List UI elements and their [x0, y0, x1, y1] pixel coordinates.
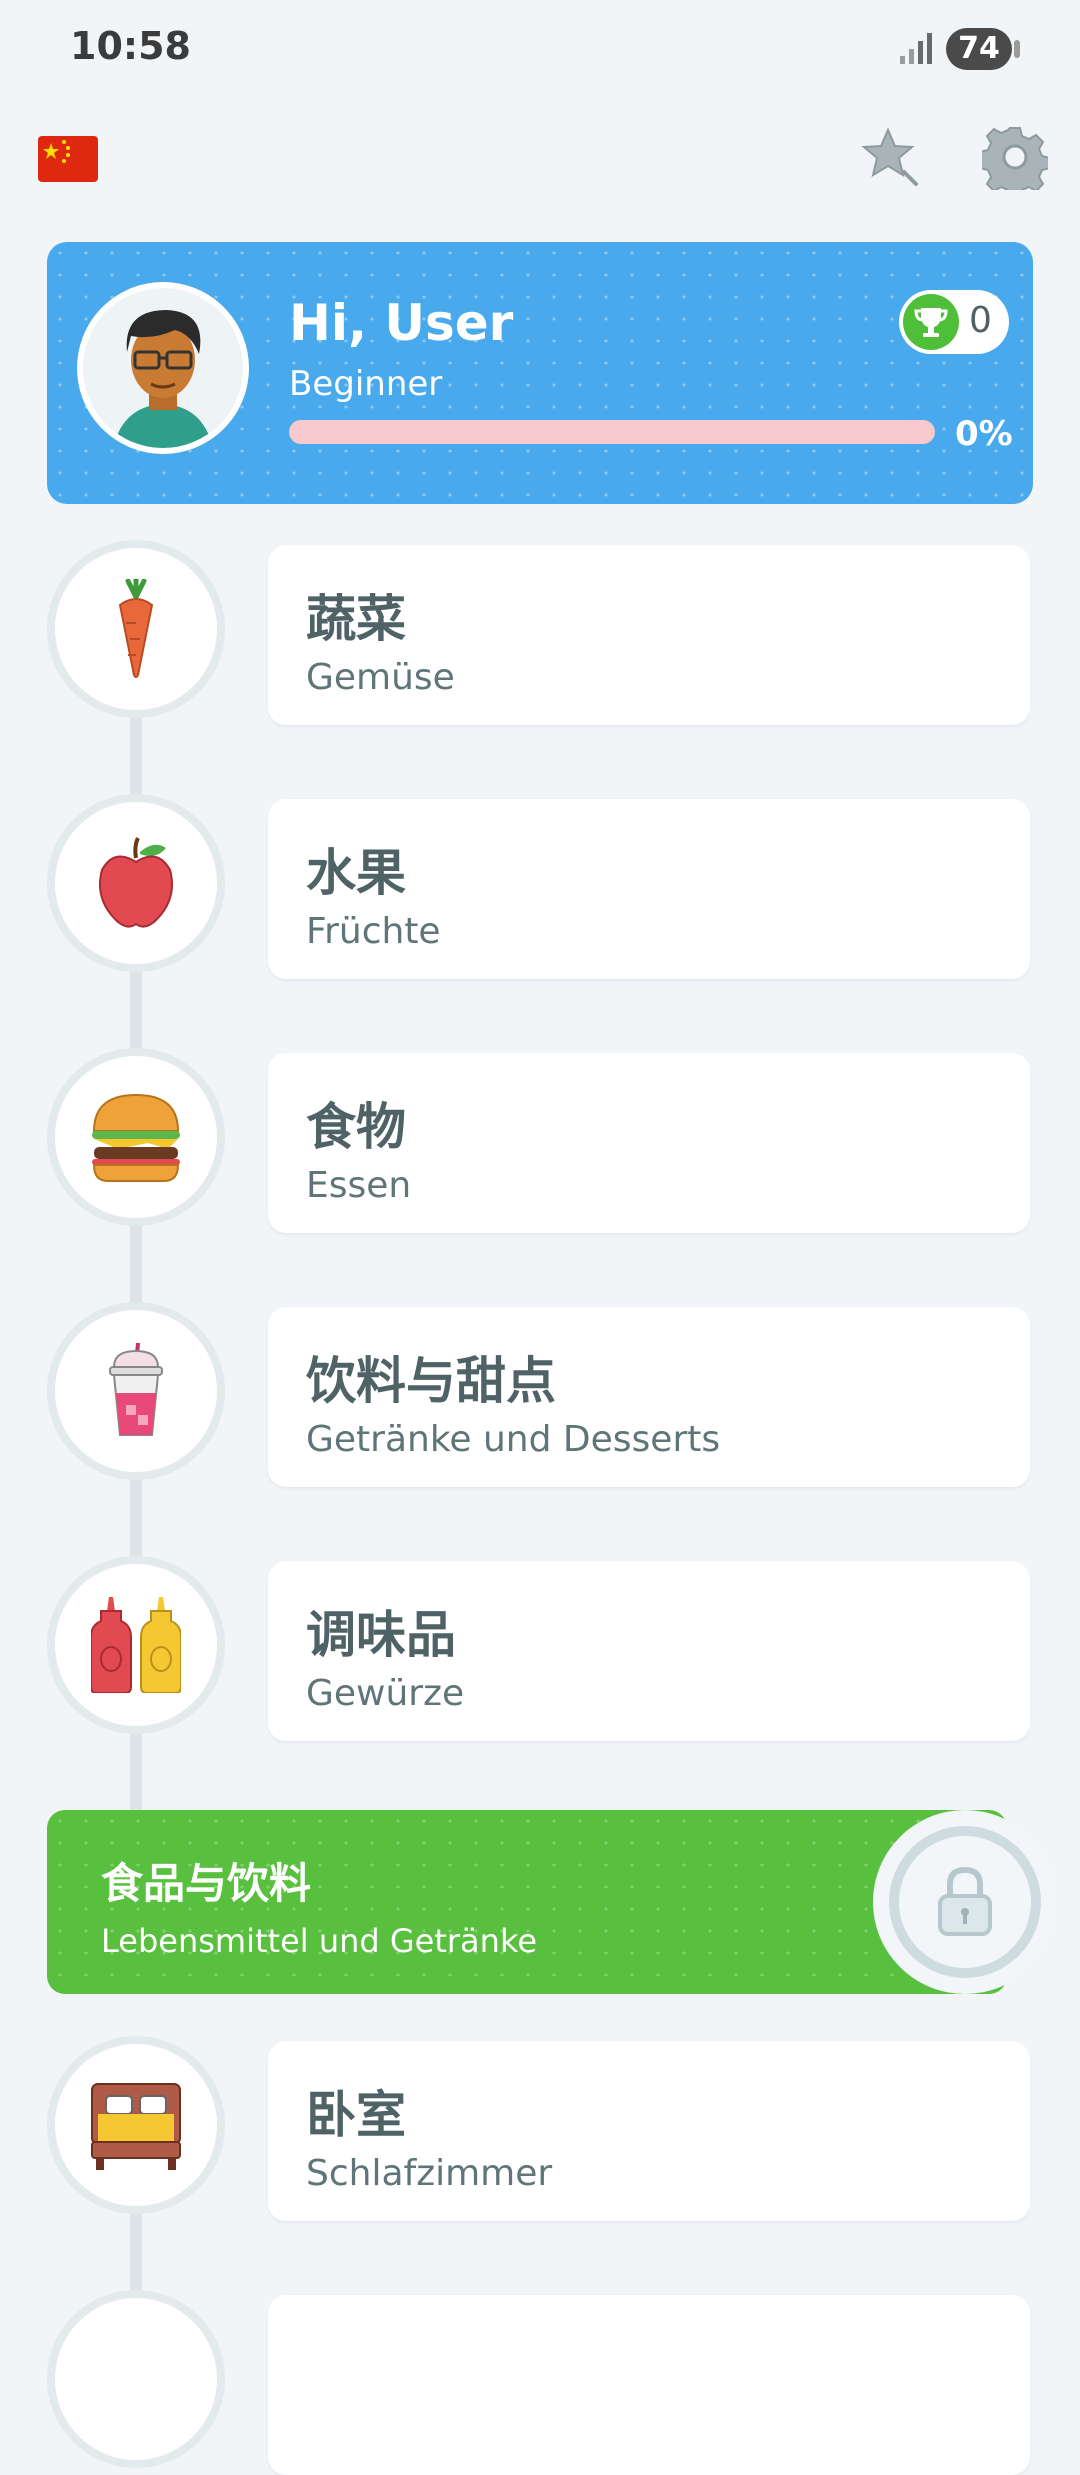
- bed-icon: [91, 2083, 181, 2170]
- progress-percent: 0%: [955, 414, 1013, 454]
- settings-gear-icon[interactable]: [982, 124, 1048, 190]
- greeting-text: Hi, User: [289, 294, 514, 352]
- lesson-node-fruits[interactable]: [47, 794, 225, 972]
- lesson-card-drinks[interactable]: 饮料与甜点 Getränke und Desserts: [268, 1307, 1030, 1487]
- status-time: 10:58: [70, 24, 191, 68]
- lesson-card-next[interactable]: [268, 2295, 1030, 2475]
- user-level: Beginner: [289, 364, 443, 404]
- lesson-card-food[interactable]: 食物 Essen: [268, 1053, 1030, 1233]
- lesson-subtitle: Früchte: [306, 911, 441, 952]
- trophy-count: 0: [969, 300, 992, 341]
- drink-icon: [109, 1343, 163, 1436]
- lesson-subtitle: Gewürze: [306, 1673, 465, 1714]
- lesson-node-next[interactable]: [47, 2290, 225, 2468]
- lesson-title: 调味品: [306, 1606, 456, 1664]
- lesson-subtitle: Getränke und Desserts: [306, 1419, 721, 1460]
- signal-icon: [900, 33, 932, 64]
- burger-icon: [92, 1093, 180, 1182]
- carrot-icon: [118, 579, 154, 678]
- section-subtitle: Lebensmittel und Getränke: [101, 1922, 538, 1960]
- trophy-badge[interactable]: 0: [899, 290, 1009, 354]
- lesson-title: 蔬菜: [306, 590, 406, 648]
- level-progress-bar: [289, 420, 935, 444]
- lesson-subtitle: Schlafzimmer: [306, 2153, 553, 2194]
- lesson-node-drinks[interactable]: [47, 1302, 225, 1480]
- section-banner[interactable]: 食品与饮料 Lebensmittel und Getränke: [47, 1810, 1057, 1994]
- lock-icon: [938, 1866, 992, 1936]
- user-avatar[interactable]: [77, 282, 249, 454]
- section-lock[interactable]: [873, 1810, 1057, 1994]
- lesson-title: 饮料与甜点: [306, 1352, 556, 1410]
- apple-icon: [99, 837, 173, 928]
- lesson-title: 水果: [306, 844, 406, 902]
- lesson-node-food[interactable]: [47, 1048, 225, 1226]
- condiments-icon: [91, 1597, 181, 1693]
- lesson-subtitle: Essen: [306, 1165, 412, 1206]
- profile-card[interactable]: Hi, User Beginner 0% 0: [47, 242, 1033, 504]
- section-title: 食品与饮料: [101, 1859, 312, 1908]
- lesson-title: 食物: [306, 1098, 406, 1156]
- lesson-title: 卧室: [306, 2086, 406, 2144]
- trophy-icon: [903, 294, 959, 350]
- lesson-card-bedroom[interactable]: 卧室 Schlafzimmer: [268, 2041, 1030, 2221]
- battery-indicator: 74: [946, 28, 1020, 70]
- lesson-node-bedroom[interactable]: [47, 2036, 225, 2214]
- lesson-card-condiments[interactable]: 调味品 Gewürze: [268, 1561, 1030, 1741]
- china-flag-icon[interactable]: [38, 136, 98, 182]
- lesson-card-fruits[interactable]: 水果 Früchte: [268, 799, 1030, 979]
- rate-star-icon[interactable]: [858, 124, 922, 188]
- lesson-card-vegetables[interactable]: 蔬菜 Gemüse: [268, 545, 1030, 725]
- lesson-node-vegetables[interactable]: [47, 540, 225, 718]
- lesson-node-condiments[interactable]: [47, 1556, 225, 1734]
- lock-ring: [889, 1826, 1041, 1978]
- lesson-subtitle: Gemüse: [306, 657, 455, 698]
